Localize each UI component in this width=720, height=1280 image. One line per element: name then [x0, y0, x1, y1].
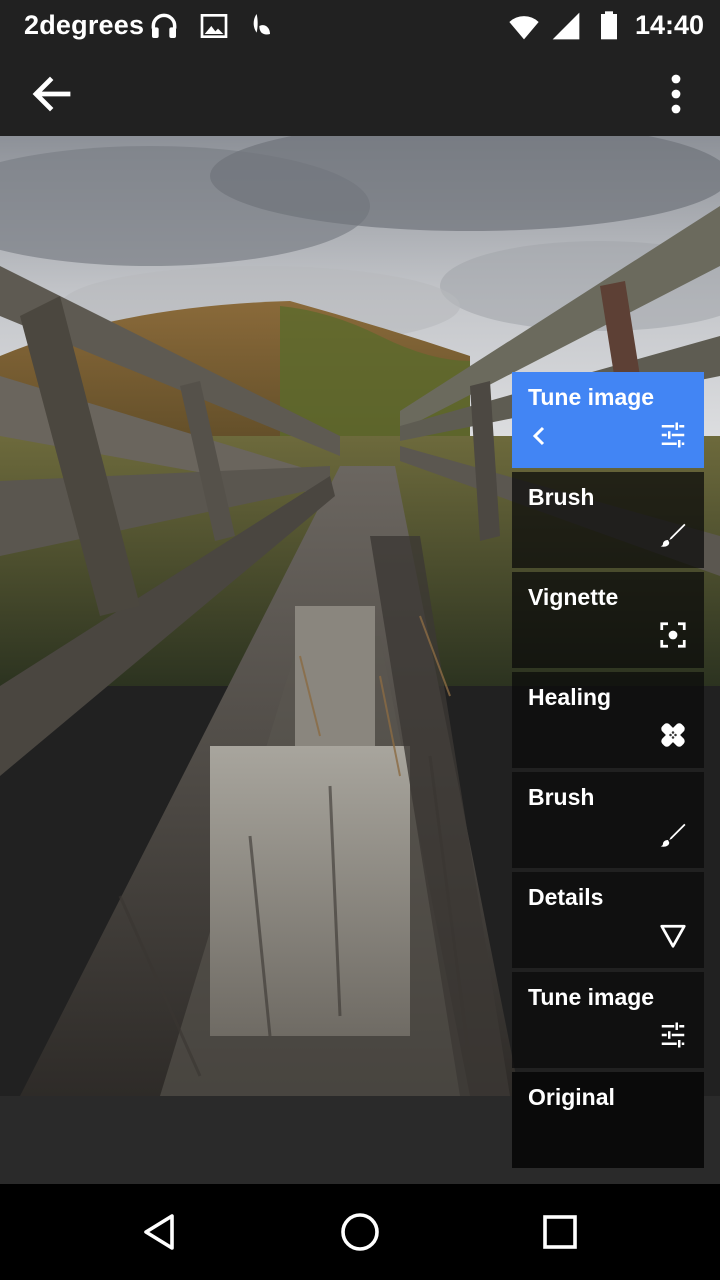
vignette-icon	[660, 622, 686, 648]
carrier-name: 2degrees	[24, 10, 145, 40]
app-bar	[0, 52, 720, 136]
stack-item-details[interactable]: Details	[512, 872, 704, 968]
nav-back-icon[interactable]	[136, 1208, 184, 1256]
stack-item-brush-2[interactable]: Brush	[512, 772, 704, 868]
brush-icon	[660, 523, 686, 547]
nav-recents-icon[interactable]	[536, 1208, 584, 1256]
stack-item-label: Healing	[528, 684, 612, 710]
arrow-back-icon[interactable]	[28, 70, 76, 118]
stack-item-tune-image[interactable]: Tune image	[512, 972, 704, 1068]
nav-home-icon[interactable]	[336, 1208, 384, 1256]
stack-item-vignette[interactable]: Vignette	[512, 572, 704, 668]
stack-item-brush[interactable]: Brush	[512, 472, 704, 568]
stack-item-label: Brush	[528, 784, 595, 810]
stack-item-healing[interactable]: Healing	[512, 672, 704, 768]
status-bar: 2degrees 14:40	[0, 0, 720, 52]
stack-item-label: Tune image	[528, 384, 655, 410]
stack-item-tune-image-active[interactable]: Tune image	[512, 372, 704, 468]
clock: 14:40	[634, 10, 704, 40]
tune-icon	[661, 1022, 685, 1048]
headphones-icon	[151, 13, 177, 38]
stack-item-label: Tune image	[528, 984, 655, 1010]
image-icon	[200, 14, 228, 38]
wifi-icon	[509, 16, 539, 40]
stack-item-label: Original	[528, 1084, 615, 1110]
leaf-icon	[253, 14, 270, 35]
nav-bar	[0, 1184, 720, 1280]
stack-item-label: Brush	[528, 484, 595, 510]
edit-stack: Tune image Brush Vignette Healing Brush …	[512, 372, 704, 1172]
chevron-left-icon[interactable]	[526, 422, 550, 450]
healing-icon	[661, 723, 685, 747]
more-vert-icon[interactable]	[652, 70, 700, 118]
brush-icon	[660, 823, 686, 847]
tune-icon	[661, 422, 685, 448]
stack-item-label: Details	[528, 884, 604, 910]
details-icon	[660, 924, 686, 948]
stack-item-original[interactable]: Original	[512, 1072, 704, 1168]
stack-item-label: Vignette	[528, 584, 619, 610]
battery-icon	[601, 11, 617, 40]
signal-icon	[552, 12, 580, 40]
